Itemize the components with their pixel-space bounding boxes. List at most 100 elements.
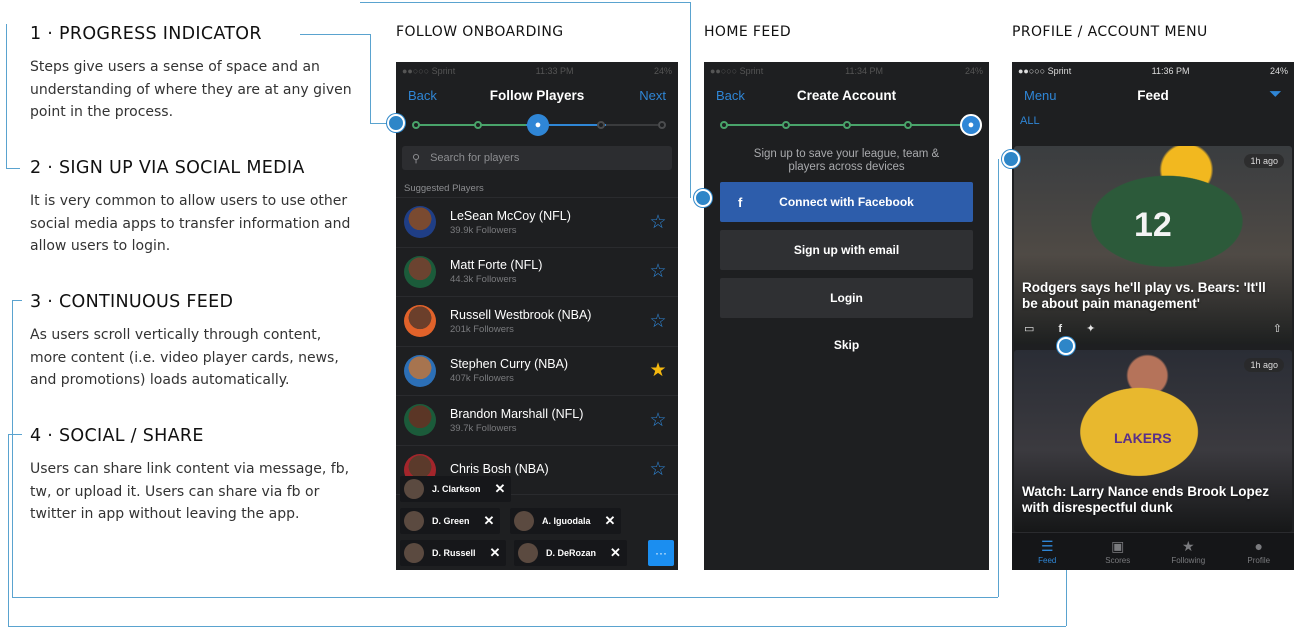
close-icon[interactable]: ✕ bbox=[610, 545, 621, 561]
nav-bar: Back Follow Players Next bbox=[396, 80, 678, 110]
annotation-body: Steps give users a sense of space and an… bbox=[30, 59, 352, 120]
filter-icon[interactable]: ⏷ bbox=[1222, 86, 1282, 104]
upload-share-icon[interactable]: ⇧ bbox=[1273, 322, 1282, 335]
message-icon[interactable]: ▭ bbox=[1024, 322, 1034, 335]
player-avatar bbox=[404, 354, 436, 387]
progress-step-todo bbox=[658, 121, 666, 129]
card-headline[interactable]: Watch: Larry Nance ends Brook Lopez with… bbox=[1022, 484, 1284, 516]
skip-button[interactable]: Skip bbox=[704, 338, 989, 352]
status-battery: 24% bbox=[1269, 66, 1288, 76]
annotation-social-signup: 2 · SIGN UP VIA SOCIAL MEDIA It is very … bbox=[30, 158, 360, 258]
follow-star-icon[interactable]: ☆ bbox=[648, 211, 668, 234]
player-name: Matt Forte (NFL) bbox=[450, 258, 543, 273]
player-followers: 201k Followers bbox=[450, 323, 514, 335]
avatar bbox=[514, 511, 534, 531]
tab-feed[interactable]: ☰ Feed bbox=[1012, 533, 1083, 570]
player-name: Stephen Curry (NBA) bbox=[450, 357, 569, 372]
profile-account-menu-screen: ●●○○○ Sprint 11:36 PM 24% Menu Feed ⏷ AL… bbox=[1012, 62, 1294, 570]
search-input[interactable]: ⚲ Search for players bbox=[402, 146, 672, 170]
card-timestamp: 1h ago bbox=[1244, 154, 1284, 168]
close-icon[interactable]: ✕ bbox=[490, 545, 501, 561]
selected-player-chip[interactable]: A. Iguodala ✕ bbox=[510, 508, 622, 534]
card-share-actions: ▭ f ✦ ⇧ bbox=[1024, 322, 1282, 336]
twitter-share-icon[interactable]: ✦ bbox=[1086, 322, 1095, 335]
tab-bar: ☰ Feed ▣ Scores ★ Following ● Profile bbox=[1012, 532, 1294, 570]
tab-profile[interactable]: ● Profile bbox=[1224, 533, 1295, 570]
close-icon[interactable]: ✕ bbox=[495, 481, 506, 497]
tab-following[interactable]: ★ Following bbox=[1153, 533, 1224, 570]
page-title: Create Account bbox=[796, 87, 897, 103]
card-photo: 12 bbox=[1014, 146, 1292, 344]
jersey-number: 12 bbox=[1134, 206, 1172, 244]
player-followers: 39.9k Followers bbox=[450, 224, 517, 236]
more-button[interactable]: ··· bbox=[648, 540, 674, 566]
player-avatar bbox=[404, 404, 436, 437]
selected-player-chip[interactable]: D. DeRozan ✕ bbox=[514, 540, 627, 566]
player-avatar bbox=[404, 206, 436, 239]
selected-player-chip[interactable]: D. Russell ✕ bbox=[400, 540, 507, 566]
status-bar: ●●○○○ Sprint 11:33 PM 24% bbox=[396, 62, 678, 80]
follow-star-icon[interactable]: ★ bbox=[648, 359, 668, 382]
menu-button[interactable]: Menu bbox=[1024, 88, 1084, 103]
player-followers: 44.3k Followers bbox=[450, 274, 517, 286]
selected-player-chip[interactable]: D. Green ✕ bbox=[400, 508, 501, 534]
close-icon[interactable]: ✕ bbox=[605, 513, 616, 529]
player-name: Russell Westbrook (NBA) bbox=[450, 307, 592, 322]
player-avatar bbox=[404, 305, 436, 338]
tab-scores[interactable]: ▣ Scores bbox=[1083, 533, 1154, 570]
back-button[interactable]: Back bbox=[408, 88, 468, 103]
annotation-title: 2 · SIGN UP VIA SOCIAL MEDIA bbox=[30, 158, 305, 178]
connector-dot-signup bbox=[694, 189, 712, 207]
section-title-profile: PROFILE / ACCOUNT MENU bbox=[1012, 24, 1208, 40]
feed-card[interactable]: 12 1h ago Rodgers says he'll play vs. Be… bbox=[1014, 146, 1292, 344]
player-row[interactable]: Brandon Marshall (NFL) 39.7k Followers ☆ bbox=[396, 396, 678, 446]
follow-star-icon[interactable]: ☆ bbox=[648, 409, 668, 432]
filter-all-link[interactable]: ALL bbox=[1012, 110, 1294, 132]
selected-player-chip[interactable]: J. Clarkson ✕ bbox=[400, 476, 512, 502]
avatar bbox=[404, 479, 424, 499]
signup-email-button[interactable]: Sign up with email bbox=[720, 230, 973, 270]
progress-step-done bbox=[843, 121, 851, 129]
nav-bar: Menu Feed ⏷ bbox=[1012, 80, 1294, 110]
next-button[interactable]: Next bbox=[606, 88, 666, 103]
scoreboard-icon: ▣ bbox=[1111, 537, 1125, 554]
login-button[interactable]: Login bbox=[720, 278, 973, 318]
player-row[interactable]: Stephen Curry (NBA) 407k Followers ★ bbox=[396, 347, 678, 396]
annotation-social-share: 4 · SOCIAL / SHARE Users can share link … bbox=[30, 426, 360, 526]
progress-step-done bbox=[720, 121, 728, 129]
follow-star-icon[interactable]: ☆ bbox=[648, 260, 668, 283]
follow-onboarding-screen: ●●○○○ Sprint 11:33 PM 24% Back Follow Pl… bbox=[396, 62, 678, 570]
progress-step-active-user-icon: ● bbox=[960, 114, 982, 136]
player-row[interactable]: Matt Forte (NFL) 44.3k Followers ☆ bbox=[396, 248, 678, 297]
player-row[interactable]: Russell Westbrook (NBA) 201k Followers ☆ bbox=[396, 297, 678, 347]
chip-label: D. Russell bbox=[432, 548, 476, 558]
player-name: LeSean McCoy (NFL) bbox=[450, 208, 571, 223]
search-icon: ⚲ bbox=[412, 152, 421, 165]
status-carrier: ●●○○○ Sprint bbox=[1018, 66, 1072, 76]
status-bar: ●●○○○ Sprint 11:34 PM 24% bbox=[704, 62, 989, 80]
selected-players-tray: J. Clarkson ✕ D. Green ✕ A. Iguodala ✕ D… bbox=[396, 474, 678, 570]
avatar bbox=[404, 511, 424, 531]
feed-card[interactable]: LAKERS 1h ago Watch: Larry Nance ends Br… bbox=[1014, 350, 1292, 532]
profile-icon: ● bbox=[1254, 537, 1263, 554]
status-time: 11:34 PM bbox=[845, 66, 884, 76]
suggested-players-label: Suggested Players bbox=[396, 180, 678, 198]
player-row[interactable]: LeSean McCoy (NFL) 39.9k Followers ☆ bbox=[396, 198, 678, 248]
status-battery: 24% bbox=[653, 66, 672, 76]
facebook-share-icon[interactable]: f bbox=[1058, 323, 1062, 335]
annotation-body: Users can share link content via message… bbox=[30, 461, 350, 522]
section-title-follow: FOLLOW ONBOARDING bbox=[396, 24, 564, 40]
follow-star-icon[interactable]: ☆ bbox=[648, 310, 668, 333]
close-icon[interactable]: ✕ bbox=[484, 513, 495, 529]
page-title: Feed bbox=[1137, 87, 1169, 103]
nav-bar: Back Create Account bbox=[704, 80, 989, 110]
player-followers: 407k Followers bbox=[450, 373, 514, 385]
player-name: Brandon Marshall (NFL) bbox=[450, 406, 584, 421]
annotation-title: 3 · CONTINUOUS FEED bbox=[30, 292, 234, 312]
card-headline[interactable]: Rodgers says he'll play vs. Bears: 'It'l… bbox=[1022, 280, 1284, 312]
back-button[interactable]: Back bbox=[716, 88, 776, 103]
connect-facebook-button[interactable]: f Connect with Facebook bbox=[720, 182, 973, 222]
home-feed-screen: ●●○○○ Sprint 11:34 PM 24% Back Create Ac… bbox=[704, 62, 989, 570]
annotation-body: As users scroll vertically through conte… bbox=[30, 327, 339, 388]
progress-indicator: ● bbox=[410, 110, 666, 140]
